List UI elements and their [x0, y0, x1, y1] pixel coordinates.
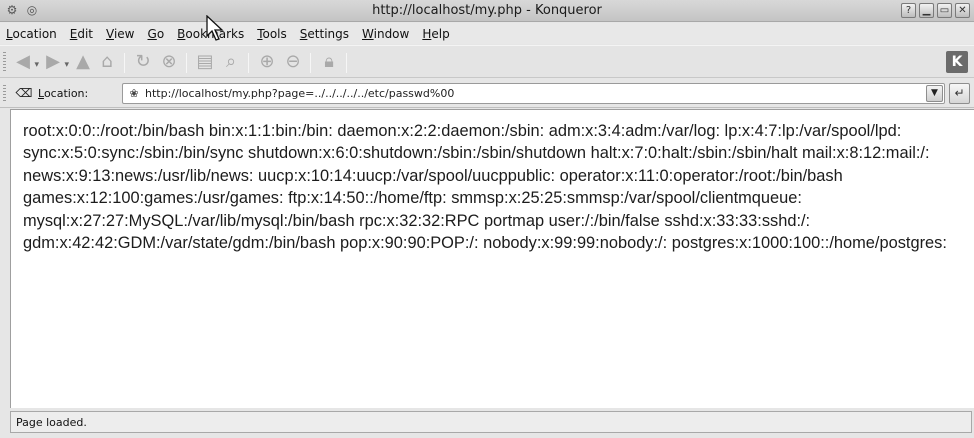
maximize-icon[interactable]: ▭: [937, 3, 952, 18]
page-content[interactable]: root:x:0:0::/root:/bin/bash bin:x:1:1:bi…: [10, 109, 974, 408]
toolbar-separator: [248, 53, 249, 73]
zoom-out-icon[interactable]: ⊖: [282, 51, 304, 73]
title-bar[interactable]: ⚙ ◎ http://localhost/my.php - Konqueror …: [0, 0, 974, 22]
location-url[interactable]: http://localhost/my.php?page=../../../..…: [145, 87, 454, 100]
menu-tools[interactable]: Tools: [257, 27, 287, 41]
location-label: Location:: [38, 87, 88, 100]
close-icon[interactable]: ✕: [955, 3, 970, 18]
up-icon[interactable]: ▲: [72, 51, 94, 73]
toolbar-separator: [124, 53, 125, 73]
go-button[interactable]: ↵: [949, 83, 970, 104]
menu-go[interactable]: Go: [148, 27, 165, 41]
kde-logo-icon: K: [946, 51, 968, 73]
menu-view[interactable]: View: [106, 27, 134, 41]
security-icon[interactable]: 🔒︎: [318, 51, 340, 73]
mouse-pointer-icon: [206, 15, 224, 41]
find-icon[interactable]: ⌕: [220, 51, 242, 73]
window-controls: ? ▁ ▭ ✕: [901, 3, 970, 18]
toolbar-separator: [346, 53, 347, 73]
toolbar-grip[interactable]: [3, 52, 6, 72]
window-title: http://localhost/my.php - Konqueror: [372, 3, 602, 18]
stop-icon[interactable]: ⊗: [158, 51, 180, 73]
menu-help[interactable]: Help: [422, 27, 449, 41]
location-toolbar: ⌫ Location: ❀ http://localhost/my.php?pa…: [0, 79, 974, 108]
menu-edit[interactable]: Edit: [70, 27, 93, 41]
toolbar-separator: [186, 53, 187, 73]
main-toolbar: ◀ ▶ ▲ ⌂ ↻ ⊗ ▤ ⌕ ⊕ ⊖ 🔒︎ K: [0, 45, 974, 78]
minimize-icon[interactable]: ▁: [919, 3, 934, 18]
location-dropdown-icon[interactable]: ▼: [926, 85, 943, 102]
location-label-rest: ocation:: [43, 87, 89, 100]
home-icon[interactable]: ⌂: [96, 51, 118, 73]
location-input[interactable]: ❀ http://localhost/my.php?page=../../../…: [122, 83, 945, 104]
clear-location-icon[interactable]: ⌫: [15, 86, 33, 101]
status-bar: Page loaded.: [10, 411, 972, 433]
favicon-icon: ❀: [129, 87, 139, 100]
toolbar-separator: [310, 53, 311, 73]
reload-icon[interactable]: ↻: [132, 51, 154, 73]
menu-window[interactable]: Window: [362, 27, 409, 41]
help-icon[interactable]: ?: [901, 3, 916, 18]
menu-bar: Location Edit View Go Bookmarks Tools Se…: [0, 23, 974, 44]
menu-location[interactable]: Location: [6, 27, 57, 41]
passwd-output: root:x:0:0::/root:/bin/bash bin:x:1:1:bi…: [23, 122, 947, 253]
zoom-in-icon[interactable]: ⊕: [256, 51, 278, 73]
forward-icon[interactable]: ▶: [42, 51, 69, 76]
menu-settings[interactable]: Settings: [300, 27, 349, 41]
back-icon[interactable]: ◀: [12, 51, 39, 76]
status-text: Page loaded.: [16, 416, 87, 429]
location-toolbar-grip[interactable]: [3, 85, 6, 103]
print-icon[interactable]: ▤: [194, 51, 216, 73]
